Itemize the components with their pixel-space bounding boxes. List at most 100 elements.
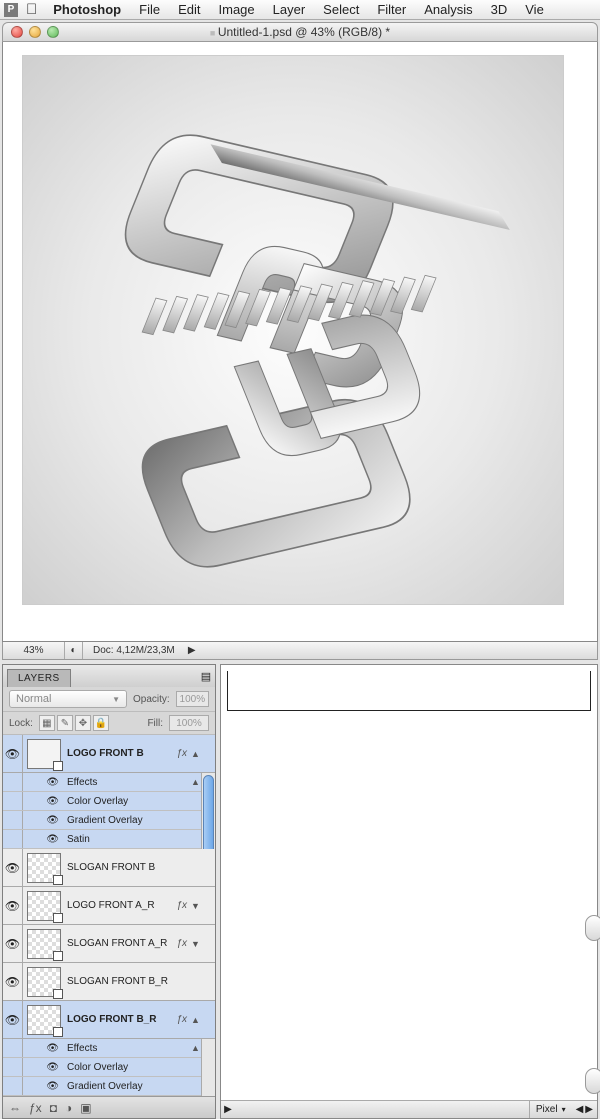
effect-item[interactable]: 👁Gradient Overlay (3, 811, 215, 830)
status-disclosure-icon[interactable]: ▶ (185, 645, 199, 656)
adjustment-layer-icon[interactable]: ◑ (65, 1101, 72, 1115)
layer-thumbnail[interactable] (27, 1005, 61, 1035)
window-titlebar[interactable]: Untitled-1.psd @ 43% (RGB/8) * (2, 22, 598, 42)
menu-select[interactable]: Select (315, 2, 367, 17)
scroll-knob-lower[interactable] (585, 1068, 600, 1094)
effects-disclosure-icon[interactable]: ▲ (191, 1015, 201, 1025)
chevron-down-icon: ▾ (562, 1105, 566, 1114)
layer-thumbnail[interactable] (27, 739, 61, 769)
fx-badge[interactable]: ƒx (172, 748, 191, 759)
secondary-document-area: ▶ Pixel ▾ ◀ ▶ (220, 664, 598, 1119)
layer-group-icon[interactable]: ▣ (80, 1101, 91, 1115)
link-layers-icon[interactable]: ⇔ (9, 1101, 21, 1115)
zoom-icon[interactable] (47, 26, 59, 38)
minimize-icon[interactable] (29, 26, 41, 38)
effects-header[interactable]: 👁Effects▲ (3, 1039, 215, 1058)
layer-mask-icon[interactable]: ◘ (50, 1101, 57, 1115)
scroll-knob-upper[interactable] (585, 915, 600, 941)
window-controls (11, 26, 59, 38)
status-popup-icon[interactable]: ◐ (65, 642, 83, 659)
chevron-up-icon[interactable]: ▲ (191, 777, 201, 787)
system-menubar: P  Photoshop File Edit Image Layer Sele… (0, 0, 600, 20)
opacity-field[interactable]: 100% (176, 691, 209, 707)
lock-all-icon[interactable]: 🔒 (93, 715, 109, 731)
secondary-status-bar: ▶ Pixel ▾ ◀ ▶ (221, 1100, 597, 1118)
fill-field[interactable]: 100% (169, 715, 209, 731)
effects-header[interactable]: 👁 Effects▲ (3, 773, 215, 792)
menu-layer[interactable]: Layer (265, 2, 314, 17)
layer-thumbnail[interactable] (27, 891, 61, 921)
smart-object-icon (53, 875, 63, 885)
layer-name[interactable]: LOGO FRONT B (65, 748, 172, 759)
layer-row[interactable]: 👁 LOGO FRONT B_Rƒx▲ (3, 1001, 215, 1039)
visibility-toggle[interactable]: 👁 (3, 849, 23, 886)
visibility-toggle[interactable]: 👁 (3, 1001, 23, 1038)
visibility-toggle[interactable]: 👁 (3, 735, 23, 772)
lock-transparency-icon[interactable]: ▦ (39, 715, 55, 731)
smart-object-icon (53, 1027, 63, 1037)
artboard (23, 56, 563, 604)
fx-badge[interactable]: ƒx (172, 900, 191, 911)
close-icon[interactable] (11, 26, 23, 38)
smart-object-icon (53, 989, 63, 999)
layer-row[interactable]: 👁 LOGO FRONT Bƒx▲ (3, 735, 215, 773)
visibility-toggle[interactable]: 👁 (3, 887, 23, 924)
menu-image[interactable]: Image (211, 2, 263, 17)
menu-3d[interactable]: 3D (483, 2, 516, 17)
panel-header: LAYERS ▤ (3, 665, 215, 687)
effect-item[interactable]: 👁Color Overlay (3, 792, 215, 811)
fx-badge[interactable]: ƒx (172, 1014, 191, 1025)
apple-menu-icon[interactable]:  (20, 3, 43, 17)
menu-analysis[interactable]: Analysis (416, 2, 480, 17)
canvas[interactable] (2, 42, 598, 642)
eye-icon: 👁 (46, 777, 59, 788)
logo-artwork (73, 90, 513, 570)
layer-style-icon[interactable]: ƒx (29, 1101, 42, 1115)
layer-name[interactable]: LOGO FRONT A_R (65, 900, 172, 911)
effects-disclosure-icon[interactable]: ▲ (191, 749, 201, 759)
eye-icon: 👁 (46, 1081, 59, 1092)
effect-item[interactable]: 👁Color Overlay (3, 1058, 215, 1077)
app-badge: P (4, 3, 18, 17)
blend-mode-select[interactable]: Normal ▼ (9, 690, 127, 708)
layer-name[interactable]: SLOGAN FRONT A_R (65, 938, 172, 949)
menu-edit[interactable]: Edit (170, 2, 208, 17)
layer-name[interactable]: SLOGAN FRONT B_R (65, 976, 201, 987)
effect-item[interactable]: 👁Gradient Overlay (3, 1077, 215, 1096)
layer-row[interactable]: 👁 SLOGAN FRONT B_R (3, 963, 215, 1001)
menu-photoshop[interactable]: Photoshop (45, 2, 129, 17)
unit-select[interactable]: Pixel ▾ (529, 1101, 572, 1118)
layer-name[interactable]: SLOGAN FRONT B (65, 862, 201, 873)
lock-position-icon[interactable]: ✥ (75, 715, 91, 731)
layer-thumbnail[interactable] (27, 853, 61, 883)
lock-pixels-icon[interactable]: ✎ (57, 715, 73, 731)
menu-file[interactable]: File (131, 2, 168, 17)
layer-row[interactable]: 👁 SLOGAN FRONT A_Rƒx▼ (3, 925, 215, 963)
effect-name: Color Overlay (63, 1062, 128, 1073)
layer-row[interactable]: 👁 LOGO FRONT A_Rƒx▼ (3, 887, 215, 925)
chevron-down-icon: ▼ (112, 695, 120, 704)
visibility-toggle[interactable]: 👁 (3, 925, 23, 962)
fx-badge[interactable]: ƒx (172, 938, 191, 949)
effects-label: Effects (63, 777, 191, 788)
effects-disclosure-icon[interactable]: ▼ (191, 939, 201, 949)
layer-name[interactable]: LOGO FRONT B_R (65, 1014, 172, 1025)
chevron-up-icon[interactable]: ▲ (191, 1043, 201, 1053)
smart-object-icon (53, 913, 63, 923)
effects-disclosure-icon[interactable]: ▼ (191, 901, 201, 911)
menu-filter[interactable]: Filter (369, 2, 414, 17)
layers-tab[interactable]: LAYERS (7, 669, 71, 687)
layer-thumbnail[interactable] (27, 929, 61, 959)
zoom-field[interactable]: 43% (3, 642, 65, 659)
layer-row[interactable]: 👁 SLOGAN FRONT B (3, 849, 215, 887)
effects-label: Effects (63, 1043, 191, 1054)
menu-view[interactable]: Vie (517, 2, 552, 17)
effect-item[interactable]: 👁Satin (3, 830, 215, 849)
eye-icon: 👁 (46, 834, 59, 845)
layer-thumbnail[interactable] (27, 967, 61, 997)
visibility-toggle[interactable]: 👁 (3, 963, 23, 1000)
fill-label: Fill: (147, 718, 163, 729)
effect-name: Color Overlay (63, 796, 128, 807)
document-window: Untitled-1.psd @ 43% (RGB/8) * (2, 22, 598, 660)
panel-menu-icon[interactable]: ▤ (197, 670, 215, 683)
